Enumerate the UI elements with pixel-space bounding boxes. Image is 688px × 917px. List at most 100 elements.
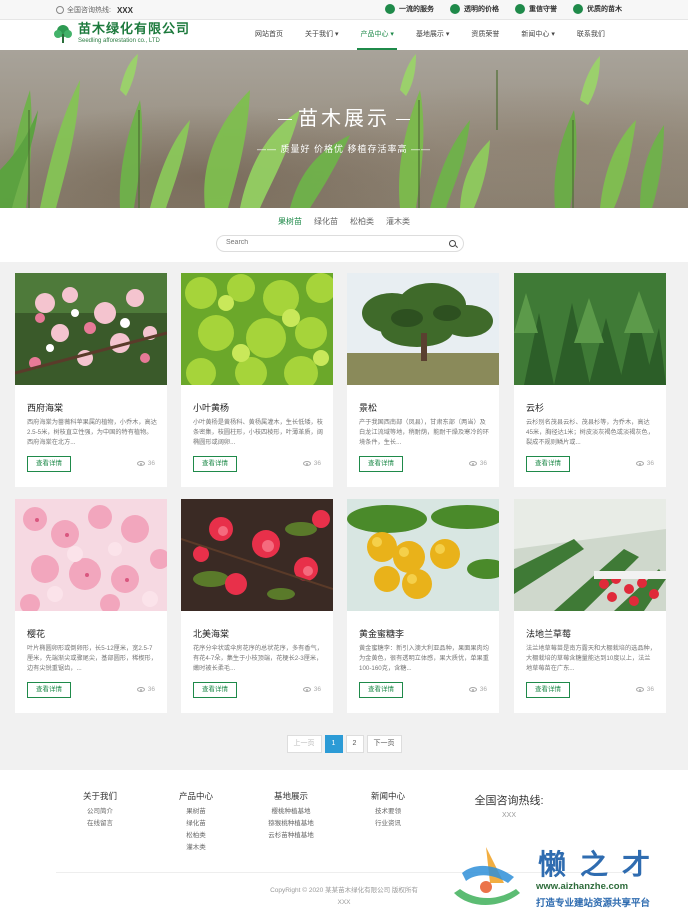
watermark-tagline: 打造专业建站资源共享平台 <box>536 898 651 909</box>
watermark: 懒之才 www.aizhanzhe.com 打造专业建站资源共享平台 <box>444 843 684 913</box>
hotline: 全国咨询热线: XXX <box>56 5 133 15</box>
service-badges: 一流的服务 透明的价格 重信守誉 优质的苗木 <box>385 4 622 14</box>
top-bar: 全国咨询热线: XXX 一流的服务 透明的价格 重信守誉 优质的苗木 <box>0 0 688 20</box>
footer-link[interactable]: 灌木类 <box>174 842 218 854</box>
product-card: 黄金蜜糖李 黄金蜜糖李：新引入澳大利亚品种，果面果肉均为金黄色，很有透明立体感，… <box>347 499 499 713</box>
product-image[interactable] <box>514 499 666 611</box>
footer-link[interactable]: 云杉苗种植基地 <box>236 830 346 842</box>
product-image[interactable] <box>181 499 333 611</box>
product-description: 法兰地草莓苗是南方露天和大棚栽培的选品种，大棚栽培的草莓含糖量能达到10度以上，… <box>526 645 656 672</box>
product-image[interactable] <box>347 499 499 611</box>
category-pines-cypress[interactable]: 松柏类 <box>350 216 374 227</box>
view-details-button[interactable]: 查看详情 <box>359 682 403 698</box>
logo-name-cn: 苗木绿化有限公司 <box>78 22 191 37</box>
category-shrubs[interactable]: 灌木类 <box>386 216 410 227</box>
page-1-button[interactable]: 1 <box>324 735 343 753</box>
footer-link[interactable]: 行业资讯 <box>366 818 410 830</box>
category-greening-seedlings[interactable]: 绿化苗 <box>314 216 338 227</box>
eye-icon <box>302 461 311 466</box>
page-2-button[interactable]: 2 <box>345 735 364 753</box>
heart-icon <box>385 4 395 14</box>
product-image[interactable] <box>514 273 666 385</box>
product-name[interactable]: 樱花 <box>27 627 45 640</box>
logo[interactable]: 苗木绿化有限公司 Seedling afforestation co., LTD <box>52 23 190 45</box>
watermark-name: 懒之才 <box>538 848 665 881</box>
view-details-button[interactable]: 查看详情 <box>193 682 237 698</box>
product-image[interactable] <box>15 273 167 385</box>
nav-about[interactable]: 关于我们 ▾ <box>294 20 349 50</box>
product-card: 云杉 云杉别名茂县云杉、茂县杉等，为乔木，高达45米，胸径达1米；树皮淡灰褐色或… <box>514 273 666 487</box>
footer-link[interactable]: 樱桃种植基地 <box>236 806 346 818</box>
product-name[interactable]: 法地兰草莓 <box>526 627 571 640</box>
eye-icon <box>635 687 644 692</box>
footer-col-title: 基地展示 <box>273 791 308 801</box>
search-input[interactable] <box>226 239 436 246</box>
product-name[interactable]: 云杉 <box>526 401 544 414</box>
view-count: 36 <box>136 686 155 693</box>
view-details-button[interactable]: 查看详情 <box>27 682 71 698</box>
footer-link[interactable]: 松柏类 <box>174 830 218 842</box>
view-count: 36 <box>468 460 487 467</box>
product-card: 小叶黄杨 小叶黄杨是黄杨科、黄杨属灌木，生长低矮，枝条密集，枝圆柱形，小枝四棱形… <box>181 273 333 487</box>
product-name[interactable]: 景松 <box>359 401 377 414</box>
footer-link[interactable]: 公司简介 <box>78 806 122 818</box>
footer-hotline-title: 全国咨询热线: <box>474 795 544 807</box>
search-icon[interactable] <box>449 240 456 247</box>
product-name[interactable]: 西府海棠 <box>27 401 63 414</box>
next-page-button[interactable]: 下一页 <box>366 735 402 753</box>
product-name[interactable]: 小叶黄杨 <box>193 401 229 414</box>
view-details-button[interactable]: 查看详情 <box>526 682 570 698</box>
footer-link[interactable]: 在线留言 <box>78 818 122 830</box>
footer-hotline-value: XXX <box>501 812 516 819</box>
view-details-button[interactable]: 查看详情 <box>359 456 403 472</box>
product-image[interactable] <box>347 273 499 385</box>
footer-col-news: 新闻中心 技术要领 行业资讯 <box>366 790 410 830</box>
nav-home[interactable]: 网站首页 <box>244 20 294 50</box>
product-card: 北美海棠 花序分伞状或伞房花序的总状花序，多有香气，有花4-7朵，集生于小枝顶端… <box>181 499 333 713</box>
footer-link[interactable]: 猕猴桃种植基地 <box>236 818 346 830</box>
product-image[interactable] <box>15 499 167 611</box>
category-fruit-seedlings[interactable]: 果树苗 <box>278 216 302 227</box>
product-name[interactable]: 北美海棠 <box>193 627 229 640</box>
eye-icon <box>302 687 311 692</box>
view-count: 36 <box>635 686 654 693</box>
product-description: 产于我国西南部（凤县），甘肃东部（两当）及白龙江流域等地，稍耐荫，能耐干燥及寒冷… <box>359 419 489 446</box>
banner-subtitle: —— 质量好 价格优 移植存活率高 —— <box>256 144 431 154</box>
eye-icon <box>136 687 145 692</box>
nav-products[interactable]: 产品中心 ▾ <box>349 20 404 50</box>
hero-banner: 苗木展示 —— 质量好 价格优 移植存活率高 —— <box>0 50 688 208</box>
product-card: 樱花 叶片椭圆卵形或倒卵形，长5-12厘米，宽2.5-7厘米，先端渐尖或骤尾尖，… <box>15 499 167 713</box>
search-box <box>216 235 464 252</box>
product-name[interactable]: 黄金蜜糖李 <box>359 627 404 640</box>
nav-honors[interactable]: 资质荣誉 <box>460 20 510 50</box>
nav-news[interactable]: 新闻中心 ▾ <box>510 20 565 50</box>
prev-page-button[interactable]: 上一页 <box>286 735 322 753</box>
footer-col-title: 关于我们 <box>82 791 117 801</box>
logo-name-en: Seedling afforestation co., LTD <box>78 38 160 44</box>
footer-col-title: 产品中心 <box>178 791 213 801</box>
service-badge: 一流的服务 <box>385 4 434 14</box>
view-details-button[interactable]: 查看详情 <box>27 456 71 472</box>
footer-link[interactable]: 果树苗 <box>174 806 218 818</box>
footer-hotline: 全国咨询热线: XXX <box>464 792 554 819</box>
product-description: 小叶黄杨是黄杨科、黄杨属灌木，生长低矮，枝条密集，枝圆柱形，小枝四棱形，叶薄革质… <box>193 419 323 446</box>
product-description: 花序分伞状或伞房花序的总状花序，多有香气，有花4-7朵，集生于小枝顶端，花梗长2… <box>193 645 323 672</box>
footer-link[interactable]: 技术要领 <box>366 806 410 818</box>
watermark-logo-icon <box>454 847 520 905</box>
main-nav: 网站首页 关于我们 ▾ 产品中心 ▾ 基地展示 ▾ 资质荣誉 新闻中心 ▾ 联系… <box>244 20 616 50</box>
nav-bases[interactable]: 基地展示 ▾ <box>405 20 460 50</box>
hotline-label: 全国咨询热线: <box>67 7 111 14</box>
view-count: 36 <box>635 460 654 467</box>
footer-link[interactable]: 绿化苗 <box>174 818 218 830</box>
view-details-button[interactable]: 查看详情 <box>193 456 237 472</box>
category-tabs: 果树苗 绿化苗 松柏类 灌木类 <box>0 216 688 227</box>
category-bar: 果树苗 绿化苗 松柏类 灌木类 <box>0 208 688 262</box>
nav-contact[interactable]: 联系我们 <box>566 20 616 50</box>
product-image[interactable] <box>181 273 333 385</box>
product-card: 西府海棠 西府海棠为蔷薇科苹果属的植物，小乔木，高达2.5-5米，树枝直立性强，… <box>15 273 167 487</box>
service-badge: 优质的苗木 <box>573 4 622 14</box>
eye-icon <box>468 687 477 692</box>
view-details-button[interactable]: 查看详情 <box>526 456 570 472</box>
medal-icon <box>515 4 525 14</box>
eye-icon <box>635 461 644 466</box>
